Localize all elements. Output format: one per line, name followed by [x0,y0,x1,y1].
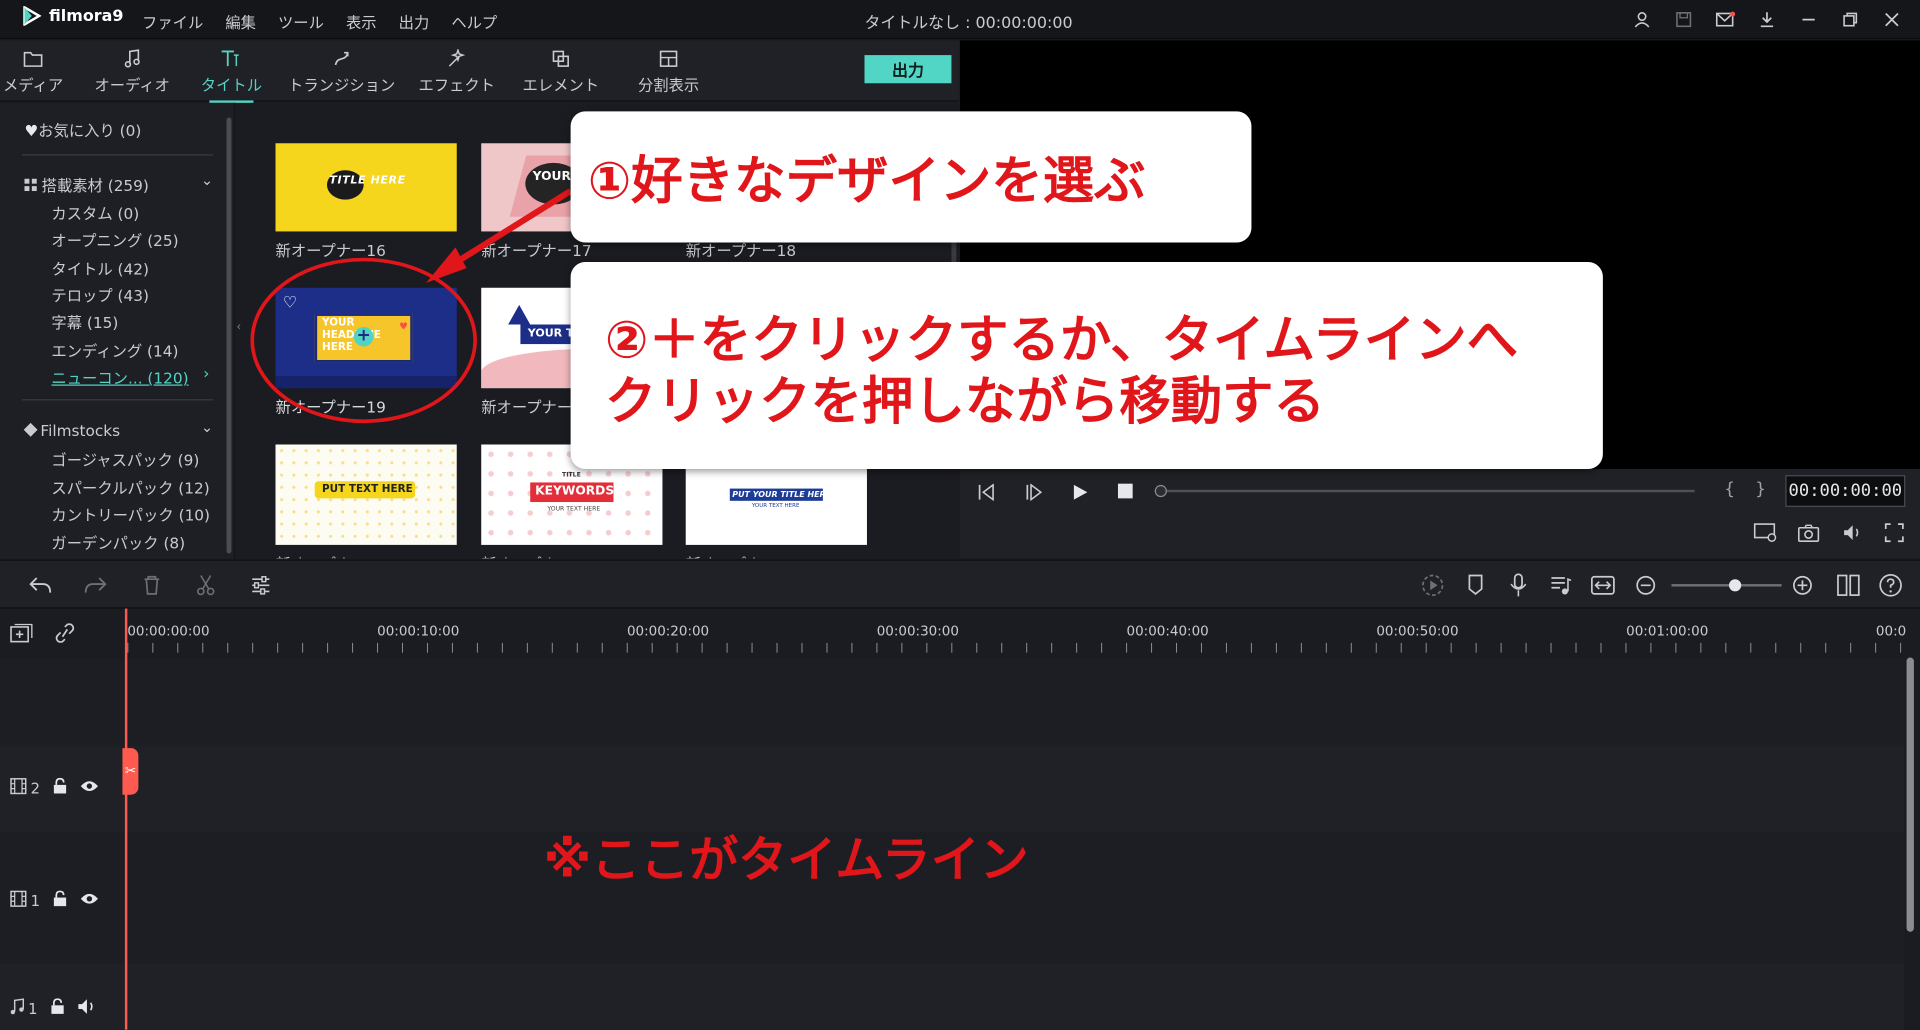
film-strip-icon [10,778,27,799]
preview-progress-handle[interactable] [1154,484,1167,498]
render-icon[interactable] [1420,573,1444,602]
film-strip-icon [10,890,27,911]
track-number: 1 [30,892,40,910]
undo-icon[interactable] [29,576,52,600]
preview-timecode: 00:00:00:00 [1785,475,1906,507]
eye-icon[interactable] [79,779,99,797]
preview-progress-track[interactable] [1155,489,1695,493]
scissors-marker-icon: ✂ [124,762,137,779]
callout-step2-line2: クリックを押しながら移動する [604,371,1325,432]
cut-scissors-icon[interactable] [196,574,216,601]
selection-circle [250,257,477,424]
adjust-sliders-icon[interactable] [251,574,271,601]
microphone-icon[interactable] [1510,573,1527,602]
zoom-out-icon[interactable] [1635,574,1657,601]
playhead-line[interactable] [124,608,128,1030]
zoom-slider-handle[interactable] [1728,579,1742,592]
ruler-label: 00:0 [1875,623,1907,640]
ruler-label: 00:00:50:00 [1376,623,1459,640]
fullscreen-icon[interactable] [1884,523,1905,547]
next-frame-icon[interactable] [1024,482,1044,505]
preview-controls: { } [960,468,1920,559]
lock-icon[interactable] [52,777,67,799]
callout-step1-text: ①好きなデザインを選ぶ [587,150,1146,211]
music-note-icon [10,998,25,1019]
link-icon[interactable] [54,623,76,647]
lock-icon[interactable] [50,998,65,1019]
video-track-2[interactable]: 2 [0,745,1905,832]
speaker-icon[interactable] [77,998,97,1019]
arrow-head [426,247,467,283]
panel-layout-icon[interactable] [1837,574,1861,601]
ruler-label: 00:00:20:00 [626,623,710,640]
mark-in-out-icon[interactable]: { } [1724,480,1773,500]
stop-icon[interactable] [1117,483,1133,499]
playhead-handle[interactable]: ✂ [122,748,139,795]
marker-icon[interactable] [1467,574,1484,601]
ruler-ticks [127,642,1911,653]
timeline-ruler[interactable]: 00:00:00:00 00:00:10:00 00:00:20:00 00:0… [0,608,1920,658]
timeline-toolbar [0,559,1920,609]
help-icon[interactable] [1878,573,1902,602]
ruler-label: 00:01:00:00 [1626,623,1709,640]
fit-timeline-icon[interactable] [1590,574,1615,601]
track-number: 1 [28,999,38,1017]
voiceover-list-icon[interactable] [1550,574,1572,601]
render-preview-icon[interactable] [1753,523,1777,547]
timeline-annotation: ※ここがタイムライン [543,832,1029,889]
prev-frame-icon[interactable] [977,482,997,505]
ruler-label: 00:00:40:00 [1126,623,1209,640]
ruler-label: 00:00:00:00 [127,623,210,640]
zoom-in-icon[interactable] [1791,574,1813,601]
audio-track-1[interactable]: 1 [0,963,1905,1030]
track-number: 2 [30,779,40,797]
snapshot-camera-icon[interactable] [1797,523,1820,547]
volume-icon[interactable] [1842,523,1864,547]
filmora-app-window: filmora9 ファイル 編集 ツール 表示 出力 ヘルプ タイトルなし : … [0,0,1920,1030]
zoom-slider-track[interactable] [1671,584,1782,587]
empty-track-area[interactable] [0,657,1905,746]
timeline-scrollbar[interactable] [1906,657,1914,932]
ruler-label: 00:00:10:00 [377,623,460,640]
eye-icon[interactable] [79,891,99,909]
redo-icon[interactable] [84,576,107,600]
ruler-label: 00:00:30:00 [876,623,959,640]
add-track-icon[interactable] [10,623,34,647]
lock-icon[interactable] [52,890,67,911]
delete-trash-icon[interactable] [142,574,162,601]
play-icon[interactable] [1071,482,1088,505]
